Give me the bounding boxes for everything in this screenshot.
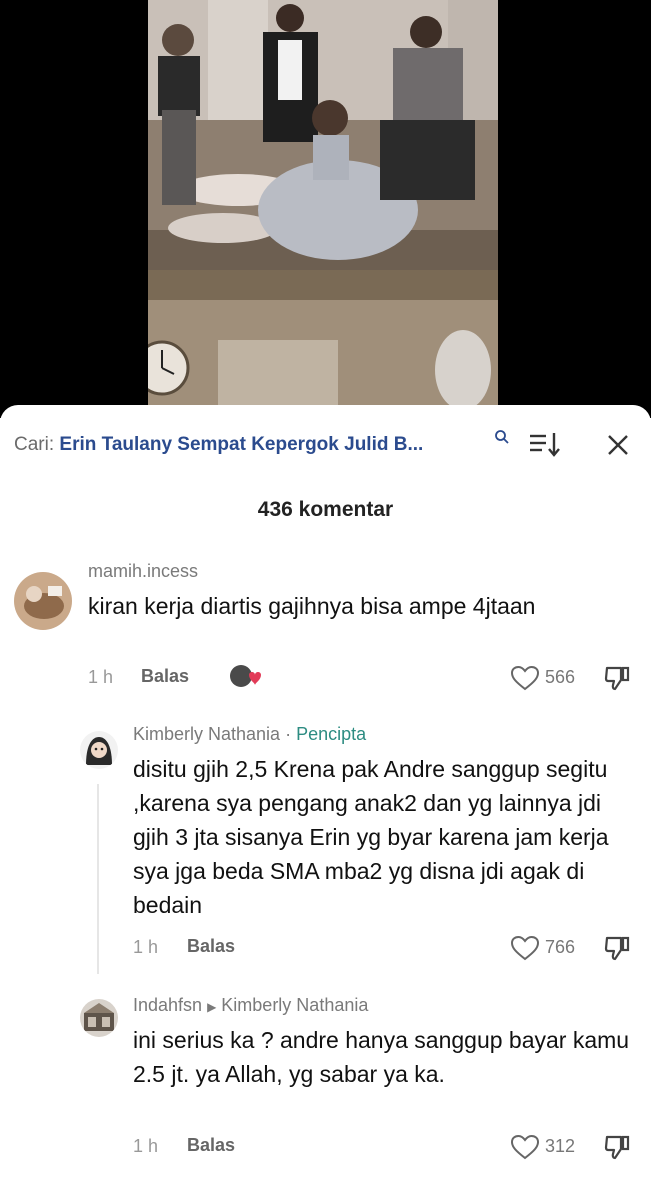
comment-username-row: Indahfsn ▶ Kimberly Nathania: [133, 995, 368, 1016]
family-photo-illustration: [148, 0, 498, 418]
username-separator: ·: [285, 724, 292, 744]
comment-text: kiran kerja diartis gajihnya bisa ampe 4…: [88, 593, 536, 619]
reply-button[interactable]: Balas: [141, 666, 189, 687]
avatar[interactable]: [80, 999, 118, 1037]
comment-count: 436 komentar: [257, 498, 394, 521]
avatar[interactable]: [14, 572, 72, 630]
like-count: 566: [545, 667, 576, 687]
reply-button[interactable]: Balas: [187, 1135, 235, 1156]
comment-time: 1 h: [133, 937, 159, 957]
creator-liked-icon: [230, 665, 261, 687]
thread-line: [97, 784, 99, 974]
dislike-icon[interactable]: [603, 664, 631, 692]
comment-text: disitu gjih 2,5 Krena pak Andre sanggup …: [133, 756, 609, 918]
video-thumbnail: [148, 0, 498, 418]
dislike-icon[interactable]: [603, 1133, 631, 1161]
comment-time: 1 h: [88, 667, 114, 687]
video-player[interactable]: [0, 0, 651, 418]
avatar[interactable]: [80, 731, 118, 769]
avatar-image: [14, 572, 72, 630]
search-icon[interactable]: [494, 429, 510, 445]
comment-username-row: Kimberly Nathania · Pencipta: [133, 724, 366, 745]
heart-icon[interactable]: [510, 665, 540, 691]
close-icon[interactable]: [604, 431, 632, 459]
avatar-image: [80, 731, 118, 769]
heart-icon[interactable]: [510, 1134, 540, 1160]
comment-time: 1 h: [133, 1136, 159, 1156]
reply-arrow-icon: ▶: [207, 1000, 217, 1014]
search-query[interactable]: Erin Taulany Sempat Kepergok Julid B...: [59, 434, 423, 455]
dislike-icon[interactable]: [603, 934, 631, 962]
comment-username[interactable]: Kimberly Nathania: [133, 724, 280, 744]
avatar-image: [80, 999, 118, 1037]
comment-username[interactable]: Indahfsn: [133, 995, 202, 1015]
search-prefix: Cari:: [14, 434, 55, 455]
creator-badge: Pencipta: [296, 724, 367, 744]
sort-icon[interactable]: [528, 430, 562, 460]
comment-text: ini serius ka ? andre hanya sanggup baya…: [133, 1027, 630, 1087]
search-suggestion[interactable]: Cari: Erin Taulany Sempat Kepergok Julid…: [14, 430, 519, 460]
reply-to-username[interactable]: Kimberly Nathania: [221, 995, 368, 1015]
heart-icon[interactable]: [510, 935, 540, 961]
like-count: 766: [545, 937, 576, 957]
like-count: 312: [545, 1136, 576, 1156]
reply-button[interactable]: Balas: [187, 936, 235, 957]
comment-username[interactable]: mamih.incess: [88, 561, 198, 582]
